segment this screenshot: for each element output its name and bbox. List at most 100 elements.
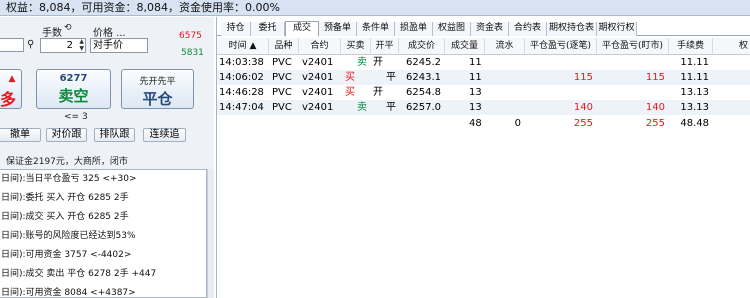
log-line: 日间):委托 买入 开仓 6285 2手 [1, 193, 129, 203]
ask-price: 6575 [179, 31, 202, 41]
sell-short-price: 6277 [59, 73, 88, 84]
buy-long-label: 多 [0, 90, 16, 109]
tab-bar: 持仓 委托 成交 预备单 条件单 损盈单 权益图 资金表 合约表 期权持仓表 期… [217, 21, 750, 37]
cell-side: 买 [345, 87, 355, 98]
tab-option-positions[interactable]: 期权持仓表 [547, 22, 597, 36]
search-icon[interactable]: ⚲ [27, 39, 34, 50]
close-position-button[interactable]: 先开先平 平仓 [121, 69, 194, 109]
cell-pnl-mark: 115 [645, 72, 665, 83]
account-status-bar: 权益：8,084，可用资金：8,084，资金使用率：0.00% [0, 0, 750, 16]
column-header-price[interactable]: 成交价 [399, 38, 445, 55]
close-mode-label: 先开先平 [139, 77, 176, 87]
qty-label: 手数 [42, 28, 62, 39]
log-line: 日间):账号的风险度已经达到53% [1, 231, 136, 241]
bid-price: 5831 [181, 48, 204, 58]
continuous-chase-button[interactable]: 连续追 [143, 128, 186, 142]
total-pnl-trade: 255 [573, 118, 593, 129]
table-totals-row: 48 0 255 255 48.48 [217, 116, 750, 131]
order-panel: ⚲ 手数 ⟲ 2 ▲ ▼ 价格 ... 对手价 6575 5831 ▲ 多 627… [0, 17, 214, 298]
column-header-extra[interactable]: 权 [713, 38, 750, 55]
total-pnl-mark: 255 [645, 118, 665, 129]
qty-reset-icon[interactable]: ⟲ [64, 23, 72, 33]
column-header-pnl-mark[interactable]: 平仓盈亏(盯市) [597, 38, 669, 55]
cell-side: 卖 [357, 102, 367, 113]
tab-orders[interactable]: 委托 [251, 22, 285, 36]
qty-value: 2 [66, 40, 73, 51]
price-label[interactable]: 价格 ... [93, 24, 126, 39]
total-flow: 0 [514, 118, 521, 129]
cell-product: PVC [272, 72, 292, 83]
up-triangle-icon: ▲ [8, 74, 16, 84]
total-qty: 48 [469, 118, 482, 129]
cell-contract: v2401 [302, 72, 334, 83]
tab-positions[interactable]: 持仓 [221, 22, 251, 36]
follow-counter-price-button[interactable]: 对价跟 [46, 128, 87, 142]
column-header-qty[interactable]: 成交量 [445, 38, 485, 55]
cancel-order-button[interactable]: 撤单 [0, 128, 41, 142]
qty-stepper[interactable]: 2 ▲ ▼ [40, 38, 86, 53]
close-position-label: 平仓 [142, 90, 173, 108]
tab-trades[interactable]: 成交 [285, 21, 319, 37]
follow-queue-price-button[interactable]: 排队跟 [94, 128, 135, 142]
stepper-arrows-icon[interactable]: ▲ ▼ [79, 39, 84, 52]
tab-contracts[interactable]: 合约表 [509, 22, 547, 36]
tab-stop-orders[interactable]: 损盈单 [395, 22, 433, 36]
cell-time: 14:03:38 [219, 57, 264, 68]
cell-price: 6257.0 [406, 102, 441, 113]
cell-price: 6245.2 [406, 57, 441, 68]
price-select[interactable]: 对手价 [90, 38, 148, 53]
sell-short-label: 卖空 [58, 87, 89, 105]
cell-qty: 13 [469, 87, 482, 98]
table-header: 时间 ▲ 品种 合约 买卖 开平 成交价 成交量 流水 平仓盈亏(逐笔) 平仓盈… [217, 38, 750, 55]
cell-qty: 13 [469, 102, 482, 113]
tab-prepared-orders[interactable]: 预备单 [319, 22, 357, 36]
cell-open-close: 开 [373, 87, 383, 98]
contract-input[interactable] [0, 38, 24, 52]
log-line: 日间):可用资金 3757 <-4402> [1, 250, 132, 260]
cell-open-close: 开 [373, 57, 383, 68]
cell-time: 14:06:02 [219, 72, 264, 83]
cell-fee: 11.11 [680, 72, 709, 83]
log-line: 日间):成交 买入 开仓 6285 2手 [1, 212, 129, 222]
column-header-fee[interactable]: 手续费 [669, 38, 713, 55]
message-log[interactable]: 日间):当日平仓盈亏 325 <+30> 日间):委托 买入 开仓 6285 2… [0, 169, 207, 298]
sell-short-button[interactable]: 6277 卖空 [36, 69, 111, 109]
log-line: 日间):可用资金 8084 <+4387> [1, 288, 136, 298]
cell-time: 14:47:04 [219, 102, 264, 113]
tab-equity-chart[interactable]: 权益图 [433, 22, 471, 36]
cell-price: 6243.1 [406, 72, 441, 83]
log-line: 日间):当日平仓盈亏 325 <+30> [1, 174, 137, 184]
column-header-time[interactable]: 时间 ▲ [217, 38, 269, 55]
table-row[interactable]: 14:03:38 PVC v2401 卖 开 6245.2 11 11.11 [217, 55, 750, 70]
column-header-product[interactable]: 品种 [269, 38, 299, 55]
tab-option-exercise[interactable]: 期权行权 [597, 22, 637, 36]
cell-contract: v2401 [302, 102, 334, 113]
cell-pnl-trade: 140 [573, 102, 593, 113]
cell-pnl-mark [597, 55, 669, 70]
cell-side: 卖 [357, 57, 367, 68]
column-header-flow[interactable]: 流水 [485, 38, 525, 55]
column-header-open-close[interactable]: 开平 [371, 38, 399, 55]
table-row[interactable]: 14:47:04 PVC v2401 卖 平 6257.0 13 140 140… [217, 100, 750, 115]
log-scrollbar[interactable] [207, 169, 214, 298]
cell-contract: v2401 [302, 87, 334, 98]
tab-funds[interactable]: 资金表 [471, 22, 509, 36]
price-mode-value: 对手价 [93, 40, 123, 51]
cell-contract: v2401 [302, 57, 334, 68]
cell-open-close: 平 [386, 72, 396, 83]
tab-conditional-orders[interactable]: 条件单 [357, 22, 395, 36]
column-header-side[interactable]: 买卖 [341, 38, 371, 55]
cell-flow [485, 55, 525, 70]
cell-flow [485, 85, 525, 100]
column-header-contract[interactable]: 合约 [299, 38, 341, 55]
cell-fee: 13.13 [680, 87, 709, 98]
table-row[interactable]: 14:46:28 PVC v2401 买 开 6254.8 13 13.13 [217, 85, 750, 100]
column-header-pnl-trade[interactable]: 平仓盈亏(逐笔) [525, 38, 597, 55]
cell-side: 买 [345, 72, 355, 83]
trade-records-panel: 持仓 委托 成交 预备单 条件单 损盈单 权益图 资金表 合约表 期权持仓表 期… [216, 17, 750, 298]
cell-pnl-trade: 115 [573, 72, 593, 83]
cell-product: PVC [272, 102, 292, 113]
log-line: 日间):成交 卖出 平仓 6278 2手 +447 [1, 269, 157, 279]
buy-long-button[interactable]: ▲ 多 [0, 69, 22, 109]
table-row[interactable]: 14:06:02 PVC v2401 买 平 6243.1 11 115 115… [217, 70, 750, 85]
